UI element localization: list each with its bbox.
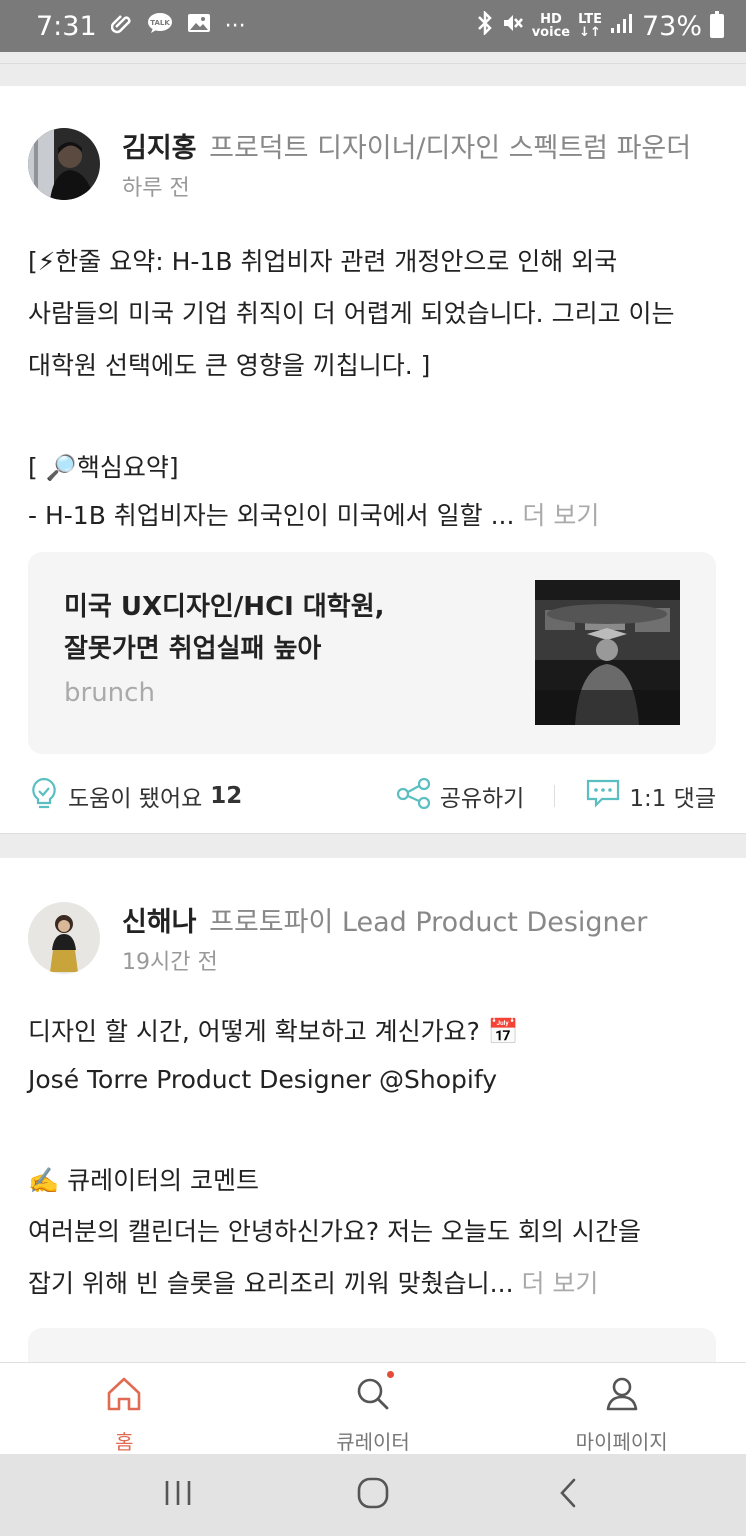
post-body[interactable]: [⚡한줄 요약: H-1B 취업비자 관련 개정안으로 인해 외국 사람들의 미… <box>28 236 718 540</box>
post-time: 19시간 전 <box>122 950 218 975</box>
back-button[interactable] <box>538 1465 598 1525</box>
author-role: 프로토파이 Lead Product Designer <box>209 907 648 938</box>
bottom-nav: 홈 큐레이터 마이페이지 <box>0 1362 746 1454</box>
post-body-line <box>28 1104 718 1156</box>
post-body-line: José Torre Product Designer @Shopify <box>28 1065 498 1094</box>
bluetooth-icon <box>476 9 494 41</box>
hd-voice-icon: HD voice <box>531 12 571 40</box>
author-role: 프로덕트 디자이너/디자인 스펙트럼 파운더 <box>209 133 692 164</box>
post-body-line: ✍️ 큐레이터의 코멘트 <box>28 1166 260 1195</box>
author-name[interactable]: 신해나 <box>122 907 197 938</box>
recent-apps-button[interactable] <box>148 1465 208 1525</box>
link-thumbnail <box>535 580 680 725</box>
post-time: 하루 전 <box>122 176 190 201</box>
link-title-line: 미국 UX디자인/HCI 대학원, <box>64 592 385 622</box>
share-button[interactable]: 공유하기 <box>396 777 525 815</box>
nav-mypage-label: 마이페이지 <box>575 1430 668 1454</box>
post-card[interactable]: 김지홍 프로덕트 디자이너/디자인 스펙트럼 파운더 하루 전 [⚡한줄 요약:… <box>0 86 746 834</box>
nav-curator[interactable]: 큐레이터 <box>249 1363 498 1454</box>
search-icon <box>353 1375 393 1418</box>
post-body-line: [⚡한줄 요약: H-1B 취업비자 관련 개정안으로 인해 외국 <box>28 247 618 276</box>
home-circle-icon <box>355 1475 391 1515</box>
action-divider <box>554 785 556 807</box>
helpful-button[interactable]: 도움이 됐어요 12 <box>28 776 242 816</box>
nav-curator-label: 큐레이터 <box>336 1430 410 1454</box>
link-source: brunch <box>64 678 155 708</box>
post-body-line: 잡기 위해 빈 슬롯을 요리조리 끼워 맞췄습니... <box>28 1269 514 1298</box>
post-body-line: - H-1B 취업비자는 외국인이 미국에서 일할 ... <box>28 501 515 530</box>
status-bar: 7:31 TALK ··· HD voice LTE ↓↑ 73% <box>0 0 746 52</box>
attachment-icon <box>110 12 133 40</box>
post-body-line: 여러분의 캘린더는 안녕하신가요? 저는 오늘도 회의 시간을 <box>28 1217 641 1246</box>
more-notifications-icon: ··· <box>224 13 246 39</box>
lte-icon: LTE ↓↑ <box>578 12 602 40</box>
post-actions: 도움이 됐어요 12 공유하기 1:1 댓글 <box>28 776 716 816</box>
user-icon <box>602 1375 642 1418</box>
post-author[interactable]: 신해나 프로토파이 Lead Product Designer 19시간 전 <box>28 902 647 976</box>
link-preview-card[interactable]: 미국 UX디자인/HCI 대학원, 잘못가면 취업실패 높아 brunch <box>28 552 716 754</box>
post-body-line <box>28 392 718 444</box>
notification-dot <box>386 1371 394 1378</box>
system-nav-bar <box>0 1454 746 1536</box>
post-author[interactable]: 김지홍 프로덕트 디자이너/디자인 스펙트럼 파운더 하루 전 <box>28 128 691 202</box>
back-icon <box>556 1476 580 1514</box>
share-icon <box>396 777 432 815</box>
home-system-button[interactable] <box>343 1465 403 1525</box>
link-title-line: 잘못가면 취업실패 높아 <box>64 634 322 664</box>
mute-icon <box>502 11 524 41</box>
home-icon <box>104 1375 144 1418</box>
post-body[interactable]: 디자인 할 시간, 어떻게 확보하고 계신가요? 📅 José Torre Pr… <box>28 1008 718 1310</box>
nav-home-label: 홈 <box>115 1430 134 1454</box>
helpful-label: 도움이 됐어요 <box>68 786 203 812</box>
post-body-line: 사람들의 미국 기업 취직이 더 어렵게 되었습니다. 그리고 이는 <box>28 299 675 328</box>
nav-home[interactable]: 홈 <box>0 1363 249 1454</box>
post-body-line: 대학원 선택에도 큰 영향을 끼칩니다. ] <box>28 351 431 380</box>
see-more-link[interactable]: 더 보기 <box>521 1269 598 1298</box>
link-title: 미국 UX디자인/HCI 대학원, 잘못가면 취업실패 높아 <box>64 586 385 670</box>
share-label: 공유하기 <box>439 786 525 812</box>
author-name[interactable]: 김지홍 <box>122 133 197 164</box>
comment-label: 1:1 댓글 <box>629 786 716 812</box>
nav-mypage[interactable]: 마이페이지 <box>497 1363 746 1454</box>
battery-icon <box>710 11 724 38</box>
image-icon <box>187 12 211 40</box>
talk-icon: TALK <box>147 12 173 40</box>
comment-icon <box>585 777 621 815</box>
avatar[interactable] <box>28 128 100 200</box>
see-more-link[interactable]: 더 보기 <box>522 501 599 530</box>
post-card[interactable]: 신해나 프로토파이 Lead Product Designer 19시간 전 디… <box>0 858 746 1368</box>
battery-percent: 73% <box>641 10 702 42</box>
feed-top-spacer <box>0 52 746 64</box>
svg-text:TALK: TALK <box>150 19 170 27</box>
lightbulb-icon <box>28 776 60 816</box>
avatar[interactable] <box>28 902 100 974</box>
recent-apps-icon <box>162 1478 194 1512</box>
comment-button[interactable]: 1:1 댓글 <box>585 777 716 815</box>
post-body-line: 디자인 할 시간, 어떻게 확보하고 계신가요? 📅 <box>28 1017 520 1046</box>
signal-icon <box>610 12 634 40</box>
status-time: 7:31 <box>36 10 97 42</box>
helpful-count: 12 <box>210 783 243 809</box>
post-body-line: [ 🔎핵심요약] <box>28 453 179 482</box>
